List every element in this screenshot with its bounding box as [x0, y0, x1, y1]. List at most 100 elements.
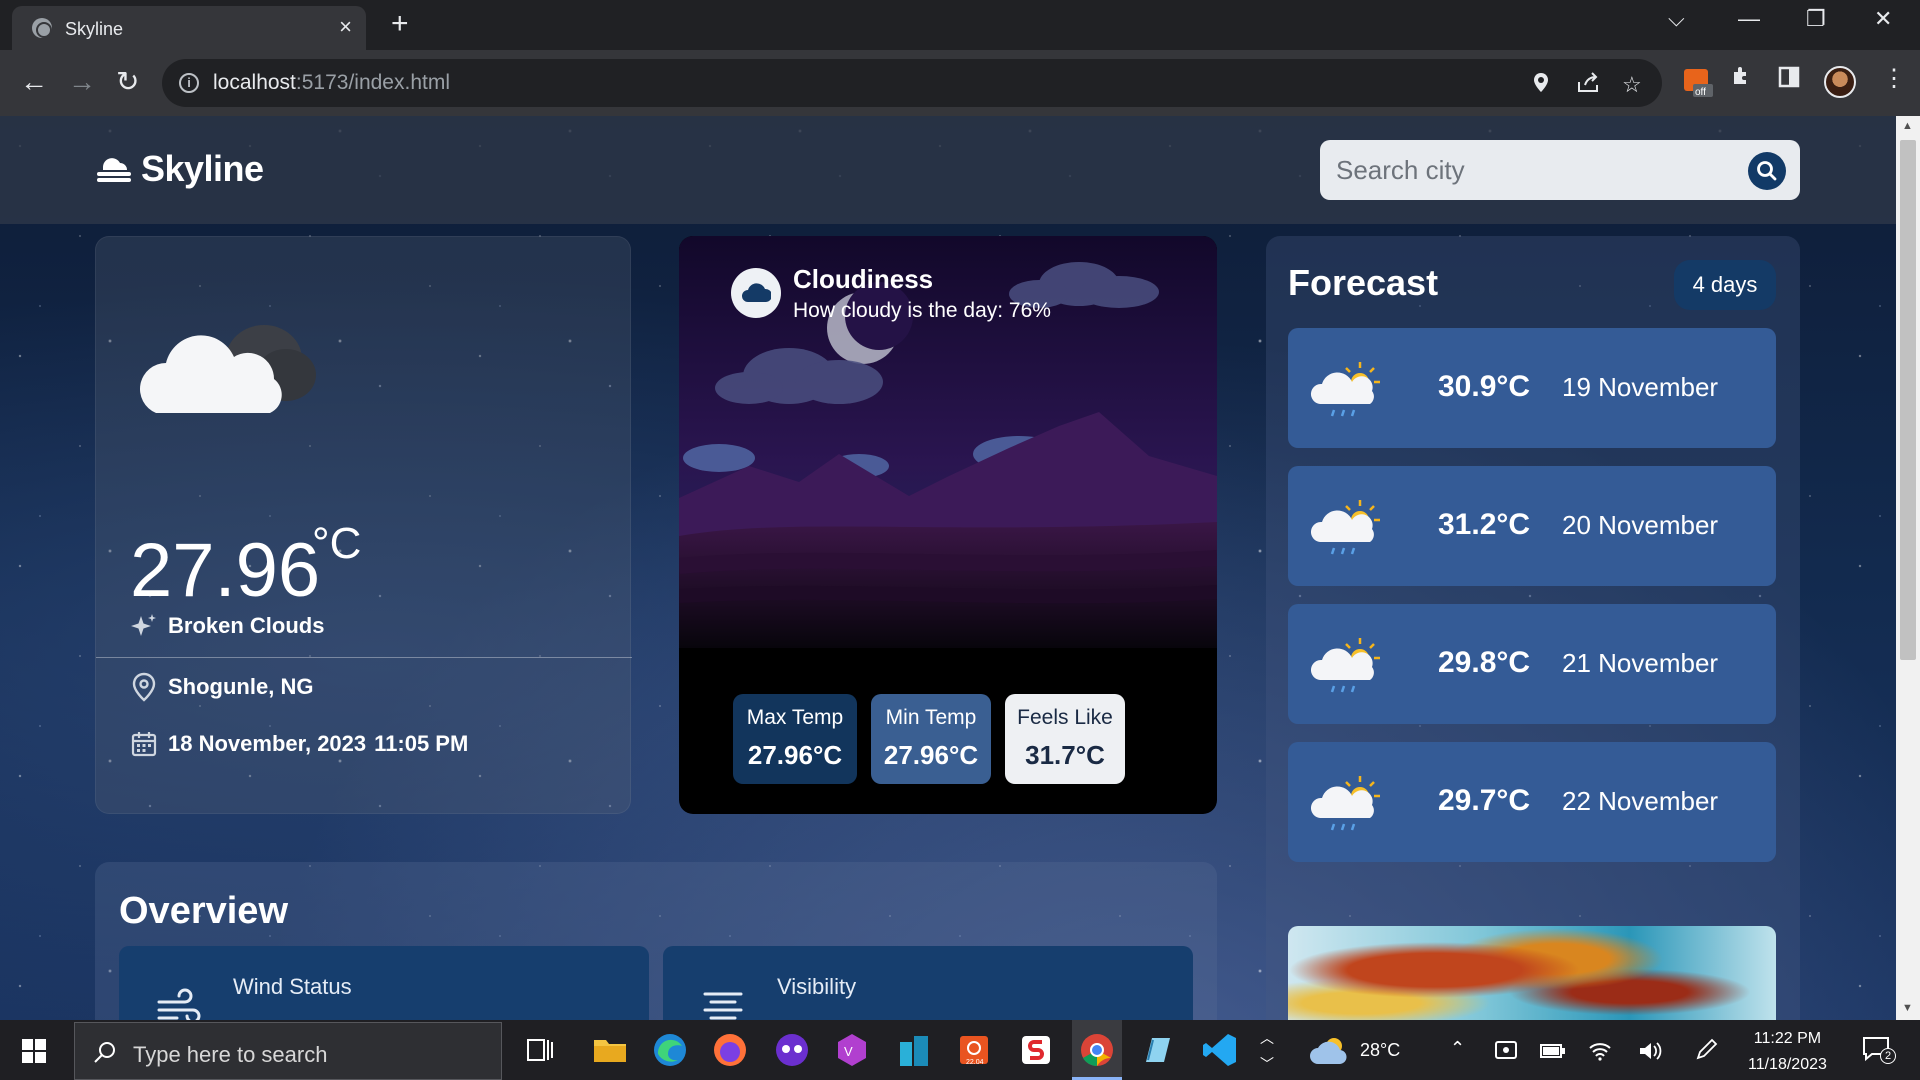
feels-like-label: Feels Like — [1017, 706, 1113, 729]
tray-scroll-down-icon[interactable]: ﹀ — [1260, 1054, 1274, 1074]
search-icon — [94, 1042, 115, 1063]
search-button[interactable] — [1748, 152, 1786, 190]
forecast-item[interactable]: 29.8°C 21 November — [1288, 604, 1776, 724]
extensions-puzzle-icon[interactable] — [1730, 64, 1754, 95]
browser-menu-icon[interactable]: ⋮ — [1882, 64, 1906, 93]
tab-search-chevron-icon[interactable]: ⌵ — [1668, 6, 1685, 32]
search-icon — [1757, 161, 1777, 181]
wind-status-label: Wind Status — [233, 974, 352, 999]
cloudiness-title: Cloudiness — [793, 264, 934, 294]
windows-taskbar: Type here to search V 22.04 ︿ ﹀ 28°C ⌃ 1… — [0, 1020, 1920, 1080]
url-path: :5173/index.html — [295, 71, 450, 94]
forecast-item[interactable]: 31.2°C 20 November — [1288, 466, 1776, 586]
taskbar-weather-temp[interactable]: 28°C — [1360, 1040, 1400, 1061]
visibility-card: Visibility — [663, 946, 1193, 1020]
cloud-icon — [731, 268, 781, 318]
location-pin-icon[interactable] — [1532, 72, 1550, 100]
bookmark-star-icon[interactable]: ☆ — [1622, 72, 1642, 98]
ubuntu-app-icon[interactable]: 22.04 — [954, 1030, 994, 1070]
forecast-item[interactable]: 30.9°C 19 November — [1288, 328, 1776, 448]
weather-cloud-icon[interactable] — [1310, 1034, 1350, 1068]
date-text: 18 November, 2023 — [168, 731, 367, 756]
browser-tab[interactable]: Skyline × — [12, 6, 366, 50]
taskbar-search-placeholder: Type here to search — [133, 1042, 328, 1067]
browser-toolbar: ← → ↻ i localhost:5173/index.html ☆ off … — [0, 50, 1920, 116]
feels-like-pill: Feels Like 31.7°C — [1005, 694, 1125, 784]
partly-cloudy-rain-icon — [1310, 638, 1380, 693]
forecast-title: Forecast — [1288, 262, 1439, 303]
cloud-logo-icon — [97, 158, 131, 182]
temperature-unit: °C — [312, 519, 362, 568]
app-mask-icon[interactable] — [772, 1030, 812, 1070]
edge-browser-icon[interactable] — [650, 1030, 690, 1070]
calendar-icon — [131, 732, 157, 757]
close-window-icon[interactable]: ✕ — [1874, 6, 1892, 32]
extension-off-icon[interactable]: off — [1683, 68, 1713, 98]
location-text: Shogunle, NG — [168, 674, 314, 699]
forward-icon[interactable]: → — [68, 66, 96, 98]
taskbar-search[interactable]: Type here to search — [74, 1022, 502, 1080]
taskbar-clock[interactable]: 11:22 PM 11/18/2023 — [1748, 1026, 1827, 1078]
partly-cloudy-rain-icon — [1310, 362, 1380, 417]
forecast-date: 22 November — [1562, 786, 1719, 816]
wind-status-card: Wind Status — [119, 946, 649, 1020]
tray-scroll-up-icon[interactable]: ︿ — [1260, 1028, 1274, 1048]
forecast-temp: 29.7°C — [1438, 784, 1531, 817]
max-temp-pill: Max Temp 27.96°C — [733, 694, 857, 784]
file-explorer-icon[interactable] — [590, 1030, 630, 1070]
map-pin-icon — [132, 672, 156, 702]
minimize-icon[interactable]: — — [1738, 6, 1760, 32]
city-search — [1320, 140, 1800, 200]
min-temp-pill: Min Temp 27.96°C — [871, 694, 991, 784]
buildings-app-icon[interactable] — [894, 1030, 934, 1070]
new-tab-icon[interactable]: + — [391, 9, 409, 39]
visibility-icon — [703, 992, 743, 1020]
back-icon[interactable]: ← — [20, 66, 48, 98]
browser-tab-strip: Skyline × + ⌵ — ❐ ✕ — [0, 0, 1920, 50]
restore-icon[interactable]: ❐ — [1806, 6, 1826, 32]
windows-start-icon[interactable] — [22, 1039, 46, 1063]
task-view-icon[interactable] — [520, 1030, 560, 1070]
cloudiness-subtitle: How cloudy is the day: 76% — [793, 299, 1051, 322]
close-tab-icon[interactable]: × — [339, 15, 352, 39]
profile-avatar[interactable] — [1824, 66, 1856, 98]
feels-like-value: 31.7°C — [1025, 740, 1105, 770]
pen-icon[interactable] — [1694, 1038, 1718, 1062]
notification-center-icon[interactable]: 2 — [1862, 1036, 1896, 1064]
vn-app-icon[interactable]: V — [832, 1030, 872, 1070]
forecast-temp: 31.2°C — [1438, 508, 1531, 541]
wifi-icon[interactable] — [1588, 1040, 1612, 1062]
s-app-icon[interactable] — [1016, 1030, 1056, 1070]
battery-icon[interactable] — [1540, 1042, 1566, 1060]
meet-now-icon[interactable] — [1494, 1040, 1520, 1062]
site-info-icon[interactable]: i — [179, 73, 199, 93]
page-scrollbar[interactable]: ▲ ▼ — [1896, 116, 1920, 1020]
forecast-days-badge[interactable]: 4 days — [1674, 260, 1776, 310]
vscode-icon[interactable] — [1200, 1030, 1240, 1070]
show-hidden-icons-icon[interactable]: ⌃ — [1450, 1038, 1465, 1059]
svg-text:22.04: 22.04 — [966, 1059, 984, 1066]
address-bar[interactable]: i localhost:5173/index.html ☆ — [162, 59, 1662, 107]
min-temp-value: 27.96°C — [883, 740, 979, 770]
notepad-icon[interactable] — [1138, 1030, 1178, 1070]
sparkles-icon — [131, 614, 156, 636]
forecast-date: 19 November — [1562, 372, 1719, 402]
forecast-item[interactable]: 29.7°C 22 November — [1288, 742, 1776, 862]
side-panel-icon[interactable] — [1778, 66, 1800, 94]
scroll-up-icon[interactable]: ▲ — [1902, 120, 1913, 132]
chrome-icon[interactable] — [1077, 1030, 1117, 1070]
svg-text:V: V — [844, 1044, 853, 1059]
url-host: localhost — [213, 71, 296, 94]
volume-icon[interactable] — [1638, 1040, 1662, 1062]
logo[interactable]: Skyline — [95, 148, 264, 190]
search-input[interactable] — [1336, 152, 1736, 188]
time-text: 11:05 PM — [374, 731, 469, 756]
forecast-date: 21 November — [1562, 648, 1719, 678]
share-icon[interactable] — [1576, 72, 1600, 100]
firefox-icon[interactable] — [710, 1030, 750, 1070]
reload-icon[interactable]: ↻ — [116, 66, 139, 98]
scrollbar-thumb[interactable] — [1900, 140, 1916, 660]
partly-cloudy-rain-icon — [1310, 776, 1380, 831]
temperature-pills: Max Temp 27.96°C Min Temp 27.96°C Feels … — [733, 694, 1125, 784]
scroll-down-icon[interactable]: ▼ — [1902, 1002, 1913, 1014]
